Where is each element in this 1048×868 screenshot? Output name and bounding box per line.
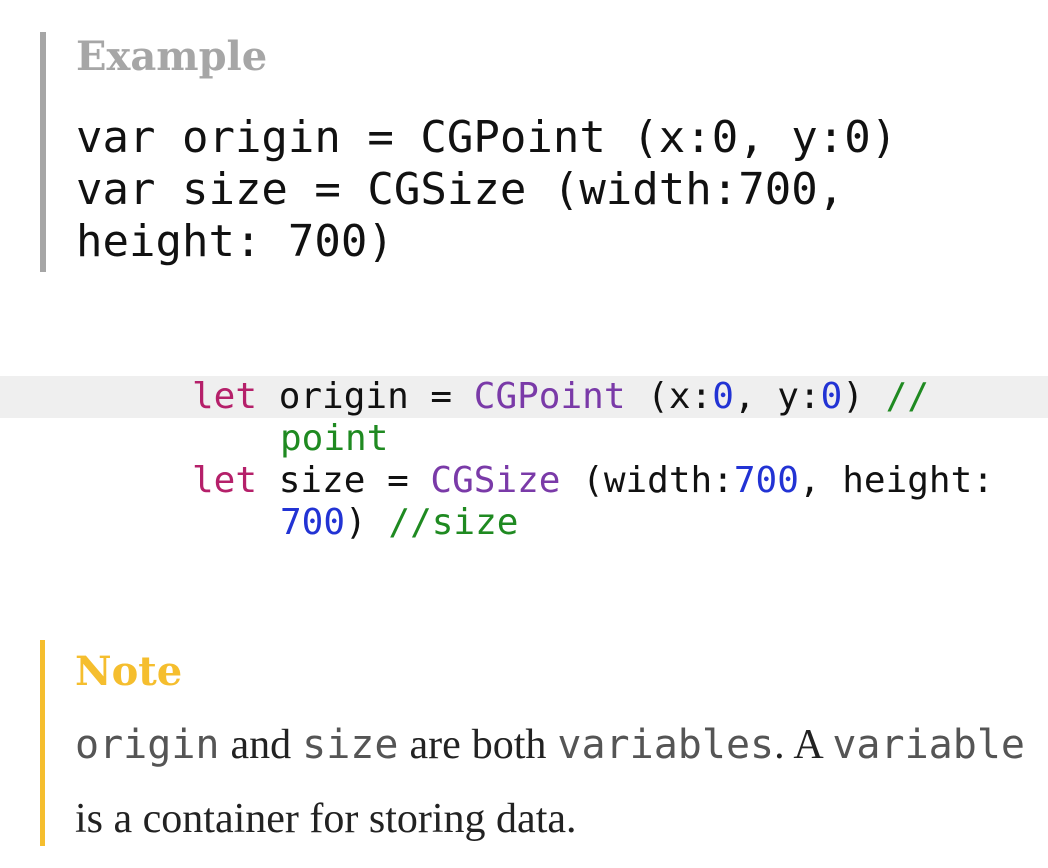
example-callout: Example var origin = CGPoint (x:0, y:0) … xyxy=(40,32,1030,272)
inline-code: size xyxy=(302,722,399,768)
note-text: are both xyxy=(398,722,558,768)
code-number: 0 xyxy=(820,376,843,417)
example-title: Example xyxy=(76,33,268,80)
code-punctuation: (x: xyxy=(625,376,713,417)
code-number: 700 xyxy=(733,460,799,501)
note-text: and xyxy=(219,722,303,768)
code-number: 700 xyxy=(280,502,346,543)
example-code-line: var origin = CGPoint (x:0, y:0) xyxy=(76,112,898,163)
code-comment: point xyxy=(280,418,389,459)
code-number: 0 xyxy=(712,376,734,417)
code-punctuation: (width: xyxy=(560,460,734,501)
code-line-4: 700) //size xyxy=(280,502,518,544)
code-type: CGSize xyxy=(430,460,561,501)
code-comment: // xyxy=(885,376,929,417)
code-punctuation: , y: xyxy=(733,376,821,417)
code-identifier: size = xyxy=(257,460,431,501)
code-punctuation: ) xyxy=(842,376,886,417)
note-body: origin and size are both variables. A va… xyxy=(75,708,1025,856)
code-comment: //size xyxy=(388,502,519,543)
code-identifier: origin = xyxy=(257,376,474,417)
inline-code: variable xyxy=(832,722,1025,768)
code-punctuation: ) xyxy=(345,502,389,543)
code-line-2: point xyxy=(280,418,388,460)
code-keyword: let xyxy=(192,376,258,417)
inline-code: variables xyxy=(557,722,775,768)
example-code-line: var size = CGSize (width:700, xyxy=(76,164,845,215)
example-code-block: var origin = CGPoint (x:0, y:0) var size… xyxy=(76,112,897,268)
note-callout: Note origin and size are both variables.… xyxy=(40,640,1030,846)
code-line-1: let origin = CGPoint (x:0, y:0) // xyxy=(192,376,929,418)
code-keyword: let xyxy=(192,460,258,501)
note-text: is a container for storing data. xyxy=(75,796,577,842)
code-type: CGPoint xyxy=(473,376,626,417)
note-title: Note xyxy=(75,648,183,695)
example-code-line: height: 700) xyxy=(76,216,394,267)
code-line-3: let size = CGSize (width:700, height: xyxy=(192,460,994,502)
note-text: . A xyxy=(774,722,833,768)
code-punctuation: , height: xyxy=(798,460,994,501)
inline-code: origin xyxy=(75,722,220,768)
